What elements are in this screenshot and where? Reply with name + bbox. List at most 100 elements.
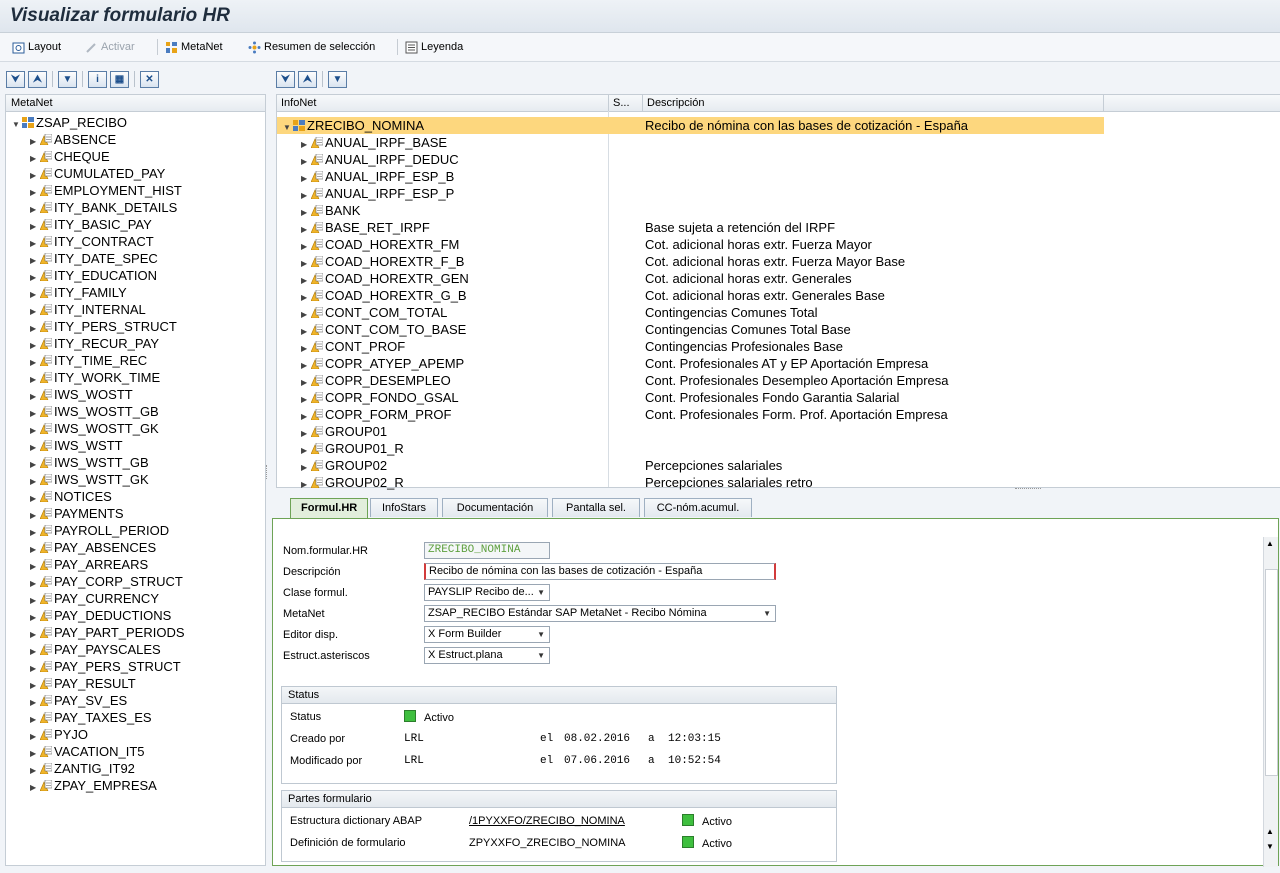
tree-node[interactable]: ▶ PAY_SV_ES xyxy=(30,692,127,709)
scroll-up-icon[interactable]: ▲ xyxy=(1266,539,1274,548)
tree-node[interactable]: ▶ COAD_HOREXTR_FM xyxy=(301,236,459,253)
scrollbar-thumb[interactable] xyxy=(1265,569,1278,776)
vertical-splitter[interactable] xyxy=(266,465,270,479)
tree-node[interactable]: ▶ VACATION_IT5 xyxy=(30,743,145,760)
expand-all-button[interactable]: ⮟ xyxy=(276,70,295,88)
tab-cc-nom-acumul[interactable]: CC-nóm.acumul. xyxy=(644,498,752,517)
tree-root-node[interactable]: ▼ ZRECIBO_NOMINA xyxy=(283,117,424,134)
collapsed-arrow-icon[interactable]: ▶ xyxy=(30,779,40,796)
status-column[interactable]: S... xyxy=(609,95,643,111)
tree-node[interactable]: ▶ COPR_ATYEP_APEMP xyxy=(301,355,464,372)
tree-node[interactable]: ▶ ITY_PERS_STRUCT xyxy=(30,318,177,335)
tree-node[interactable]: ▶ COAD_HOREXTR_GEN xyxy=(301,270,469,287)
tree-node[interactable]: ▶ PAY_PERS_STRUCT xyxy=(30,658,181,675)
tree-node[interactable]: ▶ ANUAL_IRPF_BASE xyxy=(301,134,447,151)
tree-node[interactable]: ▶ PAY_RESULT xyxy=(30,675,136,692)
tree-node[interactable]: ▶ ITY_TIME_REC xyxy=(30,352,147,369)
tree-node[interactable]: ▶ COPR_DESEMPLEO xyxy=(301,372,451,389)
tree-node[interactable]: ▶ CHEQUE xyxy=(30,148,110,165)
tree-node[interactable]: ▶ ITY_WORK_TIME xyxy=(30,369,160,386)
tree-node[interactable]: ▶ PAY_PAYSCALES xyxy=(30,641,161,658)
tree-node[interactable]: ▶ ANUAL_IRPF_ESP_B xyxy=(301,168,454,185)
editor-disp-select[interactable]: X Form Builder xyxy=(424,626,550,643)
expand-all-button[interactable]: ⮟ xyxy=(6,70,25,88)
tree-node[interactable]: ▶ PAYMENTS xyxy=(30,505,124,522)
tree-node[interactable]: ▶ ITY_EDUCATION xyxy=(30,267,157,284)
tree-node[interactable]: ▶ CONT_COM_TOTAL xyxy=(301,304,447,321)
tree-node[interactable]: ▶ PAY_ARREARS xyxy=(30,556,148,573)
metanet-button[interactable]: MetaNet xyxy=(165,38,223,56)
layout-button[interactable]: Layout xyxy=(12,38,61,56)
activar-button[interactable]: Activar xyxy=(85,38,135,56)
tree-node[interactable]: ▶ ITY_CONTRACT xyxy=(30,233,154,250)
tree-node[interactable]: ▶ IWS_WOSTT_GK xyxy=(30,420,159,437)
nom-formular-field[interactable]: ZRECIBO_NOMINA xyxy=(424,542,550,559)
tree-node[interactable]: ▶ NOTICES xyxy=(30,488,112,505)
tree-node[interactable]: ▶ ITY_BASIC_PAY xyxy=(30,216,152,233)
tree-node[interactable]: ▶ CUMULATED_PAY xyxy=(30,165,165,182)
tree-node[interactable]: ▶ PAY_PART_PERIODS xyxy=(30,624,185,641)
tree-node[interactable]: ▶ ABSENCE xyxy=(30,131,116,148)
tree-node[interactable]: ▶ ITY_BANK_DETAILS xyxy=(30,199,177,216)
tree-node[interactable]: ▶ COPR_FORM_PROF xyxy=(301,406,451,423)
collapse-all-button[interactable]: ⮝ xyxy=(298,70,317,88)
tree-node[interactable]: ▶ GROUP01_R xyxy=(301,440,404,457)
tree-node[interactable]: ▶ PYJO xyxy=(30,726,88,743)
tree-node[interactable]: ▶ IWS_WOSTT xyxy=(30,386,133,403)
tree-node[interactable]: ▶ COAD_HOREXTR_G_B xyxy=(301,287,467,304)
scroll-up-icon[interactable]: ▲ xyxy=(1266,827,1274,836)
estruct-asteriscos-select[interactable]: X Estruct.plana xyxy=(424,647,550,664)
collapsed-arrow-icon[interactable]: ▶ xyxy=(301,476,311,493)
tree-node[interactable]: ▶ BASE_RET_IRPF xyxy=(301,219,430,236)
tree-node[interactable]: ▶ PAY_CURRENCY xyxy=(30,590,159,607)
tree-node[interactable]: ▶ COAD_HOREXTR_F_B xyxy=(301,253,464,270)
expanded-arrow-icon[interactable]: ▼ xyxy=(283,119,293,136)
tree-node[interactable]: ▶ GROUP02_R xyxy=(301,474,404,491)
tree-node[interactable]: ▶ ANUAL_IRPF_ESP_P xyxy=(301,185,454,202)
tab-documentacion[interactable]: Documentación xyxy=(442,498,548,517)
descripcion-field[interactable]: Recibo de nómina con las bases de cotiza… xyxy=(424,563,776,580)
infonet-column[interactable]: InfoNet xyxy=(277,95,609,111)
tree-node[interactable]: ▶ CONT_PROF xyxy=(301,338,405,355)
filter-button[interactable]: ▼ xyxy=(328,70,347,88)
tree-node[interactable]: ▶ PAYROLL_PERIOD xyxy=(30,522,169,539)
tree-node[interactable]: ▶ PAY_ABSENCES xyxy=(30,539,156,556)
form-scrollbar[interactable]: ▲ ▲ ▼ xyxy=(1263,537,1278,867)
tree-node[interactable]: ▶ GROUP01 xyxy=(301,423,387,440)
info-button[interactable]: i xyxy=(88,70,107,88)
metanet-select[interactable]: ZSAP_RECIBO Estándar SAP MetaNet - Recib… xyxy=(424,605,776,622)
tree-node[interactable]: ▶ PAY_TAXES_ES xyxy=(30,709,152,726)
tree-node[interactable]: ▶ IWS_WOSTT_GB xyxy=(30,403,159,420)
horizontal-splitter[interactable] xyxy=(1015,488,1041,490)
tab-formul-hr[interactable]: Formul.HR xyxy=(290,498,368,519)
tree-root-node[interactable]: ▼ ZSAP_RECIBO xyxy=(12,114,127,131)
estructura-dictionary-link[interactable]: /1PYXXFO/ZRECIBO_NOMINA xyxy=(469,815,625,827)
close-pane-button[interactable]: ✕ xyxy=(140,70,159,88)
structure-button[interactable]: ▦ xyxy=(110,70,129,88)
tree-node[interactable]: ▶ IWS_WSTT_GB xyxy=(30,454,149,471)
expanded-arrow-icon[interactable]: ▼ xyxy=(12,116,22,133)
tree-node[interactable]: ▶ ANUAL_IRPF_DEDUC xyxy=(301,151,459,168)
leyenda-button[interactable]: Leyenda xyxy=(405,38,463,56)
tab-pantalla-sel[interactable]: Pantalla sel. xyxy=(552,498,640,517)
tree-node[interactable]: ▶ COPR_FONDO_GSAL xyxy=(301,389,459,406)
scroll-down-icon[interactable]: ▼ xyxy=(1266,842,1274,851)
clase-formul-select[interactable]: PAYSLIP Recibo de... xyxy=(424,584,550,601)
tree-node[interactable]: ▶ IWS_WSTT xyxy=(30,437,123,454)
tree-node[interactable]: ▶ IWS_WSTT_GK xyxy=(30,471,149,488)
tree-node[interactable]: ▶ EMPLOYMENT_HIST xyxy=(30,182,182,199)
tree-node[interactable]: ▶ GROUP02 xyxy=(301,457,387,474)
resumen-button[interactable]: Resumen de selección xyxy=(248,38,375,56)
tree-node[interactable]: ▶ PAY_DEDUCTIONS xyxy=(30,607,171,624)
tab-infostars[interactable]: InfoStars xyxy=(370,498,438,517)
tree-node[interactable]: ▶ ITY_DATE_SPEC xyxy=(30,250,158,267)
tree-node[interactable]: ▶ ZPAY_EMPRESA xyxy=(30,777,157,794)
tree-node[interactable]: ▶ ITY_FAMILY xyxy=(30,284,127,301)
tree-node[interactable]: ▶ PAY_CORP_STRUCT xyxy=(30,573,183,590)
tree-node[interactable]: ▶ CONT_COM_TO_BASE xyxy=(301,321,466,338)
tree-node[interactable]: ▶ BANK xyxy=(301,202,360,219)
filter-button[interactable]: ▼ xyxy=(58,70,77,88)
tree-node[interactable]: ▶ ITY_RECUR_PAY xyxy=(30,335,159,352)
tree-node[interactable]: ▶ ZANTIG_IT92 xyxy=(30,760,135,777)
tree-node[interactable]: ▶ ITY_INTERNAL xyxy=(30,301,146,318)
